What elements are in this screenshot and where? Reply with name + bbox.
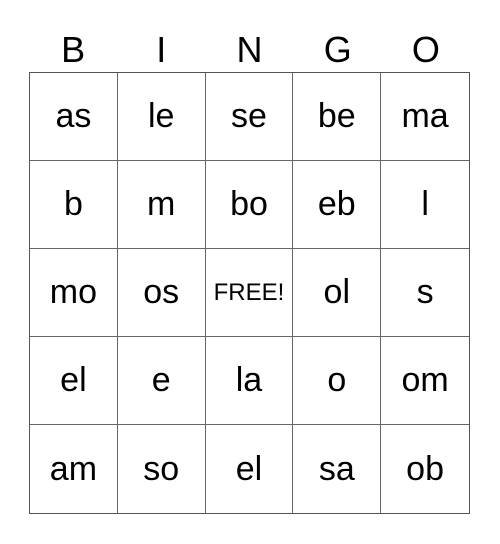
free-space-cell[interactable]: FREE! [205, 249, 294, 337]
bingo-cell[interactable]: m [117, 161, 206, 249]
bingo-cell[interactable]: bo [205, 161, 294, 249]
header-letter-n: N [236, 29, 263, 70]
bingo-cell[interactable]: el [206, 425, 294, 513]
bingo-cell[interactable]: ma [381, 73, 469, 161]
bingo-cell[interactable]: be [293, 73, 382, 161]
bingo-cell[interactable]: om [381, 337, 469, 425]
bingo-cell[interactable]: le [117, 73, 206, 161]
bingo-cell[interactable]: s [381, 249, 469, 337]
bingo-cell[interactable]: b [30, 161, 118, 249]
bingo-cell[interactable]: ob [381, 425, 469, 513]
bingo-cell[interactable]: os [117, 249, 206, 337]
header-letter-g: G [323, 29, 352, 70]
bingo-cell[interactable]: so [118, 425, 206, 513]
bingo-cell[interactable]: o [293, 337, 382, 425]
header-letter-i: I [156, 29, 167, 70]
bingo-cell[interactable]: am [30, 425, 118, 513]
bingo-cell[interactable]: mo [30, 249, 118, 337]
bingo-cell[interactable]: e [117, 337, 206, 425]
bingo-cell[interactable]: l [381, 161, 469, 249]
bingo-cell[interactable]: la [205, 337, 294, 425]
header-letter-o: O [411, 29, 440, 70]
header-letter-b: B [61, 29, 86, 70]
bingo-cell[interactable]: sa [293, 425, 382, 513]
bingo-cell[interactable]: se [205, 73, 294, 161]
bingo-cell[interactable]: el [30, 337, 118, 425]
bingo-grid: as le se be ma b m bo eb l mo os FREE! o… [29, 72, 470, 514]
bingo-cell[interactable]: ol [293, 249, 382, 337]
bingo-cell[interactable]: as [30, 73, 118, 161]
bingo-cell[interactable]: eb [293, 161, 382, 249]
bingo-header: B I N G O [29, 28, 470, 72]
